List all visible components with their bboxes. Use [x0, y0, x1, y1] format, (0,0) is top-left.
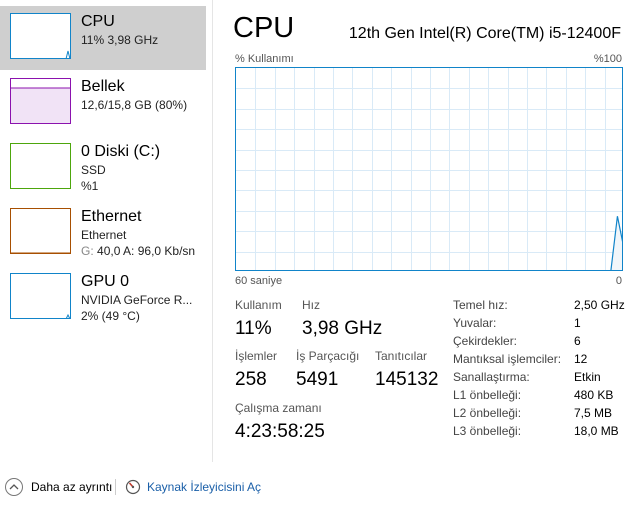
spec-value: 12 — [574, 352, 588, 366]
spec-label: Sanallaştırma: — [453, 370, 530, 384]
send-prefix: G: — [81, 244, 94, 258]
footer-separator — [115, 479, 116, 495]
graph-zero-label: 0 — [615, 275, 622, 287]
processes-value: 258 — [235, 369, 267, 390]
spec-label: Çekirdekler: — [453, 334, 518, 348]
utilization-max: %100 — [593, 53, 622, 65]
graph-time-label: 60 saniye — [235, 275, 283, 287]
page-title: CPU — [233, 12, 295, 44]
resource-monitor-label: Kaynak İzleyicisini Aç — [147, 480, 262, 494]
sidebar-item-gpu[interactable]: GPU 0 NVIDIA GeForce R... 2% (49 °C) — [0, 266, 206, 330]
sidebar-item-detail: G: 40,0 A: 96,0 Kb/sn — [81, 244, 195, 258]
fewer-details-button[interactable]: Daha az ayrıntı — [5, 477, 112, 497]
threads-label: İş Parçacığı — [296, 349, 360, 363]
spec-label: Mantıksal işlemciler: — [453, 352, 562, 366]
sidebar-item-cpu[interactable]: CPU 11% 3,98 GHz — [0, 6, 206, 70]
sidebar-item-memory[interactable]: Bellek 12,6/15,8 GB (80%) — [0, 71, 206, 135]
cpu-mini-graph — [10, 13, 71, 59]
resource-monitor-icon — [125, 479, 141, 495]
panel-divider — [212, 0, 213, 462]
spec-label: L3 önbelleği: — [453, 424, 522, 438]
sidebar: CPU 11% 3,98 GHz Bellek 12,6/15,8 GB (80… — [0, 6, 206, 330]
open-resource-monitor-link[interactable]: Kaynak İzleyicisini Aç — [125, 477, 261, 497]
usage-label: Kullanım — [235, 298, 282, 312]
sidebar-item-detail: Ethernet — [81, 228, 127, 242]
cpu-usage-graph — [235, 67, 623, 271]
ethernet-mini-graph — [10, 208, 71, 254]
disk-mini-graph — [10, 143, 71, 189]
uptime-label: Çalışma zamanı — [235, 401, 322, 415]
threads-value: 5491 — [296, 369, 339, 390]
spec-value: Etkin — [574, 370, 601, 384]
sidebar-item-title: GPU 0 — [81, 273, 130, 290]
utilization-label: % Kullanımı — [235, 53, 294, 65]
spec-label: L1 önbelleği: — [453, 388, 522, 402]
sidebar-item-ethernet[interactable]: Ethernet Ethernet G: 40,0 A: 96,0 Kb/sn — [0, 201, 206, 265]
spec-value: 1 — [574, 316, 581, 330]
sidebar-item-detail: NVIDIA GeForce R... — [81, 293, 193, 307]
processes-label: İşlemler — [235, 349, 278, 363]
sidebar-item-disk[interactable]: 0 Diski (C:) SSD %1 — [0, 136, 206, 200]
handles-label: Tanıtıcılar — [375, 349, 428, 363]
sidebar-item-detail: 12,6/15,8 GB (80%) — [81, 98, 188, 112]
throughput: 40,0 A: 96,0 Kb/sn — [97, 244, 196, 258]
spec-value: 480 KB — [574, 388, 614, 402]
spec-value: 18,0 MB — [574, 424, 619, 438]
speed-label: Hız — [302, 298, 320, 312]
chevron-up-icon — [5, 478, 23, 496]
spec-label: Yuvalar: — [453, 316, 497, 330]
sidebar-item-detail: 11% 3,98 GHz — [81, 33, 159, 47]
spec-value: 6 — [574, 334, 581, 348]
memory-mini-graph — [10, 78, 71, 124]
usage-value: 11% — [235, 318, 272, 339]
handles-value: 145132 — [375, 369, 439, 390]
spec-label: L2 önbelleği: — [453, 406, 522, 420]
sidebar-item-title: CPU — [81, 13, 115, 30]
sidebar-item-title: Bellek — [81, 78, 125, 95]
sidebar-item-detail: SSD — [81, 163, 106, 177]
sidebar-item-detail: 2% (49 °C) — [81, 309, 140, 323]
fewer-details-label: Daha az ayrıntı — [31, 480, 113, 494]
uptime-value: 4:23:58:25 — [235, 421, 325, 442]
spec-label: Temel hız: — [453, 298, 508, 312]
spec-value: 2,50 GHz — [574, 298, 625, 312]
processor-name: 12th Gen Intel(R) Core(TM) i5-12400F — [348, 25, 621, 42]
sidebar-item-title: 0 Diski (C:) — [81, 143, 161, 160]
sidebar-item-title: Ethernet — [81, 208, 142, 225]
spec-value: 7,5 MB — [574, 406, 613, 420]
gpu-mini-graph — [10, 273, 71, 319]
speed-value: 3,98 GHz — [302, 318, 383, 339]
sidebar-item-detail: %1 — [81, 179, 99, 193]
